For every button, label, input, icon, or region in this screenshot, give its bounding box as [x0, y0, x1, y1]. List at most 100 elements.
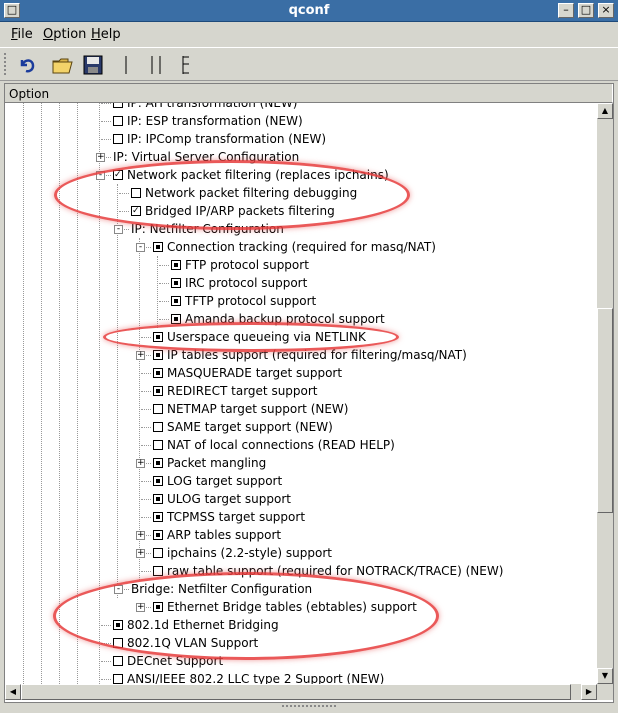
expand-icon[interactable]: + [96, 153, 105, 162]
undo-button[interactable] [16, 54, 38, 76]
unchecked-checkbox-icon[interactable] [113, 116, 123, 126]
tree-row-label: NETMAP target support (NEW) [167, 402, 349, 416]
module-checkbox-icon[interactable] [153, 494, 163, 504]
collapse-icon[interactable]: - [114, 585, 123, 594]
tree-row-label: Connection tracking (required for masq/N… [167, 240, 436, 254]
module-checkbox-icon[interactable] [153, 602, 163, 612]
title-bar[interactable]: □ qconf – □ × [0, 0, 618, 22]
maximize-button[interactable]: □ [578, 3, 594, 18]
tree-row-label: Ethernet Bridge tables (ebtables) suppor… [167, 600, 417, 614]
unchecked-checkbox-icon[interactable] [153, 548, 163, 558]
scroll-right-button[interactable]: ▶ [581, 684, 597, 700]
expand-icon[interactable]: + [136, 603, 145, 612]
scroll-left-button[interactable]: ◀ [5, 684, 21, 700]
tree-row-label: Amanda backup protocol support [185, 312, 385, 326]
module-checkbox-icon[interactable] [153, 476, 163, 486]
module-checkbox-icon[interactable] [153, 332, 163, 342]
vertical-scrollbar[interactable]: ▲ ▼ [597, 103, 613, 684]
unchecked-checkbox-icon[interactable] [113, 638, 123, 648]
expand-icon[interactable]: + [136, 549, 145, 558]
tree-connector [119, 193, 129, 194]
menu-file-label: ile [17, 27, 33, 42]
unchecked-checkbox-icon[interactable] [131, 188, 141, 198]
collapse-icon[interactable]: - [114, 225, 123, 234]
tree-connector [141, 391, 151, 392]
module-checkbox-icon[interactable] [153, 350, 163, 360]
tree-connector [141, 373, 151, 374]
tree-connector [141, 337, 151, 338]
horizontal-scroll-thumb[interactable] [21, 684, 571, 700]
tree-guide-line [157, 256, 158, 328]
tree-connector [141, 445, 151, 446]
option-tree-view[interactable]: Option IP: AH transformation (NEW) IP: ES… [4, 83, 614, 703]
module-checkbox-icon[interactable] [113, 620, 123, 630]
module-checkbox-icon[interactable] [153, 242, 163, 252]
module-checkbox-icon[interactable] [171, 296, 181, 306]
collapse-icon[interactable]: - [136, 243, 145, 252]
vertical-scroll-thumb[interactable] [597, 308, 613, 513]
module-checkbox-icon[interactable] [171, 278, 181, 288]
checked-checkbox-icon[interactable] [131, 206, 141, 216]
tree-row-label: Bridge: Netfilter Configuration [131, 582, 313, 596]
tree-row-label: TFTP protocol support [185, 294, 317, 308]
horizontal-scrollbar[interactable]: ◀ ▶ [5, 684, 597, 700]
expand-icon[interactable]: + [136, 459, 145, 468]
window-title: qconf [288, 3, 330, 18]
column-header[interactable]: Option [5, 84, 613, 103]
tree-row-label: SAME target support (NEW) [167, 420, 333, 434]
module-checkbox-icon[interactable] [153, 530, 163, 540]
tree-row-label: IP: ESP transformation (NEW) [127, 114, 303, 128]
expand-icon[interactable]: + [136, 531, 145, 540]
scroll-down-button[interactable]: ▼ [597, 668, 613, 684]
unchecked-checkbox-icon[interactable] [153, 440, 163, 450]
save-button[interactable] [82, 54, 104, 76]
tree-connector [141, 499, 151, 500]
tree-guide-line [59, 103, 60, 684]
unchecked-checkbox-icon[interactable] [113, 103, 123, 108]
resize-grip[interactable] [282, 705, 336, 711]
close-button[interactable]: × [598, 3, 614, 18]
menu-help-mnemonic: H [91, 27, 101, 42]
module-checkbox-icon[interactable] [171, 314, 181, 324]
module-checkbox-icon[interactable] [153, 458, 163, 468]
tree-guide-line [23, 103, 24, 684]
module-checkbox-icon[interactable] [153, 386, 163, 396]
tree-connector [141, 571, 151, 572]
tree-connector [159, 265, 169, 266]
tree-content[interactable]: IP: AH transformation (NEW) IP: ESP trans… [5, 103, 597, 684]
module-checkbox-icon[interactable] [153, 512, 163, 522]
unchecked-checkbox-icon[interactable] [113, 134, 123, 144]
full-view-icon [182, 56, 189, 74]
checked-checkbox-icon[interactable] [113, 170, 123, 180]
toolbar-grip[interactable] [4, 53, 10, 75]
collapse-icon[interactable]: - [96, 171, 105, 180]
unchecked-checkbox-icon[interactable] [153, 404, 163, 414]
menu-option-label: ption [53, 27, 87, 42]
single-view-button[interactable] [115, 54, 137, 76]
tree-connector [101, 139, 111, 140]
tree-row-label: Network packet filtering debugging [145, 186, 358, 200]
unchecked-checkbox-icon[interactable] [153, 422, 163, 432]
unchecked-checkbox-icon[interactable] [113, 656, 123, 666]
module-checkbox-icon[interactable] [153, 368, 163, 378]
unchecked-checkbox-icon[interactable] [153, 566, 163, 576]
module-checkbox-icon[interactable] [171, 260, 181, 270]
menu-help[interactable]: Help [91, 27, 121, 42]
tree-row-label: NAT of local connections (READ HELP) [167, 438, 395, 452]
unchecked-checkbox-icon[interactable] [113, 674, 123, 684]
full-view-button[interactable] [175, 54, 197, 76]
split-view-button[interactable] [145, 54, 167, 76]
tree-connector [101, 625, 111, 626]
menu-file[interactable]: File [11, 27, 33, 42]
tree-row-label: Userspace queueing via NETLINK [167, 330, 366, 344]
tree-row-label: DECnet Support [127, 654, 224, 668]
minimize-button[interactable]: – [558, 3, 574, 18]
open-folder-icon [52, 58, 73, 74]
tree-row-label: FTP protocol support [185, 258, 309, 272]
tree-row-label: REDIRECT target support [167, 384, 318, 398]
expand-icon[interactable]: + [136, 351, 145, 360]
menu-option[interactable]: Option [43, 27, 86, 42]
open-button[interactable] [52, 54, 74, 76]
scroll-up-button[interactable]: ▲ [597, 103, 613, 119]
tree-row-label: IP: Netfilter Configuration [131, 222, 284, 236]
